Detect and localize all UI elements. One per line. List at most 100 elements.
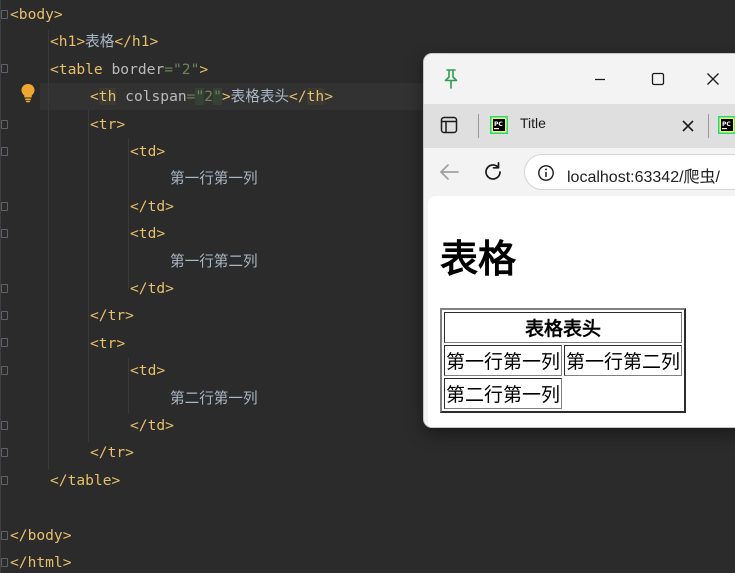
code-token: <table [50, 60, 112, 78]
table-cell: 第一行第二列 [564, 345, 683, 376]
code-token: 第一行第二列 [170, 252, 258, 270]
svg-text:PC: PC [722, 121, 731, 128]
maximize-icon [651, 72, 665, 86]
code-line[interactable]: <tr> [90, 330, 125, 357]
code-token: </tr> [90, 444, 134, 462]
close-icon [707, 73, 719, 85]
code-line[interactable]: </tr> [90, 439, 134, 466]
info-icon[interactable] [537, 164, 555, 182]
code-token: th [306, 88, 325, 106]
fold-marker[interactable] [1, 448, 8, 457]
indent-guide [128, 358, 129, 414]
code-line[interactable]: <body> [10, 1, 63, 28]
maximize-button[interactable] [644, 66, 672, 92]
code-line[interactable]: </html> [10, 549, 72, 573]
fold-marker[interactable] [1, 531, 8, 540]
code-token: ="2" [164, 60, 200, 78]
close-icon[interactable] [682, 120, 694, 132]
reload-icon[interactable] [482, 161, 504, 183]
svg-text:PC: PC [494, 121, 503, 128]
code-token: </td> [130, 417, 174, 434]
code-token: 第二行第一列 [170, 389, 258, 407]
browser-tab[interactable]: PC Title [482, 108, 702, 144]
code-line[interactable]: </tr> [90, 302, 134, 329]
code-token: 第一行第一列 [170, 170, 258, 188]
code-line[interactable]: <tr> [90, 111, 125, 138]
demo-table: 表格表头 第一行第一列 第一行第二列 第二行第一列 [440, 308, 687, 413]
minimize-button[interactable] [586, 66, 614, 92]
address-bar[interactable]: localhost:63342/爬虫/ [524, 154, 735, 190]
fold-marker[interactable] [1, 120, 8, 129]
browser-toolbar: localhost:63342/爬虫/ [424, 148, 735, 196]
code-token: </ [289, 88, 307, 106]
code-line[interactable]: <td> [130, 357, 165, 384]
code-token: 2 [204, 88, 214, 106]
code-token: <body> [10, 6, 63, 23]
fold-marker[interactable] [1, 476, 8, 485]
code-line[interactable]: 第一行第二列 [170, 248, 258, 275]
pycharm-icon[interactable]: PC [718, 116, 735, 134]
code-token: " [213, 88, 222, 106]
table-cell: 第二行第一列 [444, 378, 563, 409]
table-row: 第一行第一列 第一行第二列 [444, 345, 683, 376]
code-token: </table> [50, 471, 121, 489]
code-token: > [199, 60, 209, 78]
code-line[interactable]: </td> [130, 412, 174, 439]
fold-marker[interactable] [1, 421, 8, 430]
code-line[interactable]: 第二行第一列 [170, 385, 258, 412]
code-token: th [98, 88, 117, 106]
code-token: <td> [130, 225, 166, 243]
table-row: 第二行第一列 [444, 378, 682, 409]
url-text: localhost:63342/爬虫/ [567, 169, 720, 186]
browser-window[interactable]: PC Title PC localhost:63342/爬虫/ 表格 表格表头 … [424, 54, 735, 427]
code-line[interactable]: <td> [130, 138, 165, 165]
pin-icon[interactable] [442, 68, 460, 90]
code-line[interactable]: </td> [130, 275, 174, 302]
fold-marker[interactable] [1, 147, 8, 156]
page-viewport: 表格 表格表头 第一行第一列 第一行第二列 第二行第一列 [428, 196, 735, 427]
code-line[interactable]: </body> [10, 522, 72, 549]
code-line[interactable]: <table border="2"> [50, 56, 208, 83]
code-token: <h1> [50, 33, 86, 51]
code-line[interactable]: <h1>表格</h1> [50, 28, 158, 55]
fold-marker[interactable] [1, 229, 8, 238]
code-line[interactable]: 第一行第一列 [170, 165, 258, 192]
fold-marker[interactable] [1, 311, 8, 320]
pycharm-icon: PC [490, 116, 508, 134]
page-heading: 表格 [440, 239, 517, 281]
back-arrow-icon[interactable] [438, 162, 460, 182]
fold-marker[interactable] [1, 64, 8, 73]
code-token: colspan [116, 88, 187, 106]
fold-marker[interactable] [1, 10, 8, 19]
table-header-row: 表格表头 [444, 312, 683, 343]
code-token: > [221, 88, 231, 106]
fold-marker[interactable] [1, 202, 8, 211]
window-close-button[interactable] [699, 66, 727, 92]
code-token: </td> [130, 280, 174, 297]
fold-marker[interactable] [1, 338, 8, 347]
code-token: </html> [10, 554, 72, 571]
sidebar-toggle-icon[interactable] [440, 116, 458, 134]
code-token: <tr> [90, 115, 126, 133]
table-header-cell: 表格表头 [444, 312, 683, 343]
code-token: " [195, 88, 205, 106]
fold-marker[interactable] [1, 284, 8, 293]
code-token: 表格表头 [230, 88, 290, 106]
code-token: 表格 [85, 33, 115, 51]
code-token: > [324, 88, 333, 106]
tab-separator [478, 114, 479, 138]
fold-marker[interactable] [1, 366, 8, 375]
tab-separator [708, 114, 709, 138]
code-token: </tr> [90, 307, 134, 325]
code-token: </body> [10, 526, 72, 544]
indent-guide [48, 30, 49, 470]
lightbulb-icon[interactable] [20, 83, 36, 103]
code-line[interactable]: </table> [50, 467, 120, 494]
code-line[interactable]: </td> [130, 193, 174, 220]
tab-strip: PC Title PC [424, 104, 735, 148]
window-titlebar[interactable] [424, 54, 735, 104]
code-line[interactable]: <th colspan="2">表格表头</th> [90, 83, 333, 110]
code-token: </td> [130, 197, 174, 215]
fold-marker[interactable] [1, 558, 8, 567]
code-line[interactable]: <td> [130, 220, 165, 247]
